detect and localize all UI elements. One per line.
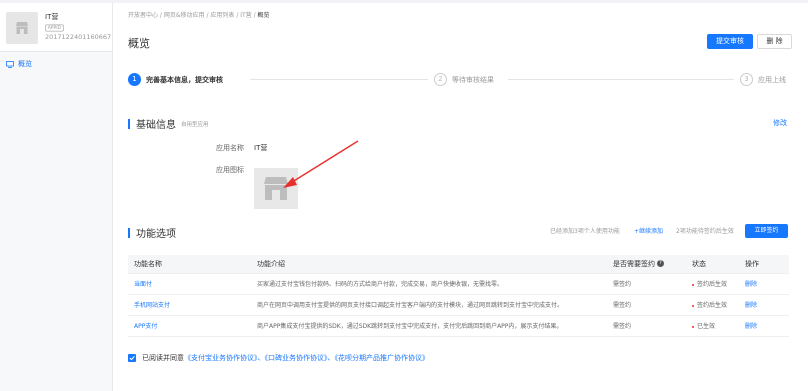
section-marker	[128, 227, 130, 238]
app-id-tag: APPID	[45, 24, 64, 32]
status-cell: 签约后生效	[686, 273, 739, 295]
sign-required: 需签约	[607, 273, 686, 295]
agreement-row: 已阅读并同意 《支付宝业务协作协议》、《口碑业务协作协议》、《花呗分期产品推广协…	[128, 353, 429, 363]
app-icon-preview[interactable]	[254, 168, 298, 209]
sign-required: 需签约	[607, 294, 686, 316]
step-2-label: 等待审核结果	[452, 76, 494, 84]
breadcrumb-item[interactable]: 应用列表	[210, 12, 234, 19]
check-icon	[129, 356, 135, 361]
main-content: 开放者中心 / 网页&移动应用 / 应用列表 / IT营 / 概览 概览 提交审…	[113, 3, 808, 391]
step-1-circle: 1	[128, 73, 141, 86]
agree-checkbox[interactable]	[128, 354, 136, 362]
basic-info-title: 基础信息	[136, 120, 176, 131]
section-marker	[128, 118, 130, 129]
col-header-action: 操作	[739, 255, 789, 274]
breadcrumb-current: 概览	[257, 12, 270, 19]
status-cell: 已生效	[686, 315, 739, 337]
function-name[interactable]: 当面付	[128, 273, 251, 295]
app-name-value: IT营	[254, 144, 268, 152]
add-more-link[interactable]: +继续添加	[634, 226, 663, 235]
functions-note: 已经添加3项个人使用功能	[550, 228, 620, 235]
progress-steps: 1 完善基本信息，提交审核 2 等待审核结果 3 应用上线	[128, 73, 793, 87]
breadcrumb: 开放者中心 / 网页&移动应用 / 应用列表 / IT营 / 概览	[128, 12, 270, 19]
store-icon	[264, 177, 288, 200]
step-connector	[250, 79, 428, 80]
col-header-sign: 是否需要签约?	[607, 255, 686, 274]
delete-link[interactable]: 删除	[739, 273, 789, 295]
delete-link[interactable]: 删除	[739, 294, 789, 316]
col-header-desc: 功能介绍	[251, 255, 607, 274]
status-text: 签约后生效	[697, 302, 728, 309]
table-row: 当面付 买家通过支付宝钱包付款码、扫码的方式给商户付款，完成交易，商户快捷收银，…	[128, 273, 789, 295]
app-icon	[6, 12, 38, 44]
agreement-links[interactable]: 《支付宝业务协作协议》、《口碑业务协作协议》、《花呗分期产品推广协作协议》	[184, 353, 429, 363]
monitor-icon	[6, 60, 14, 68]
app-icon-label: 应用图标	[216, 166, 244, 174]
store-icon	[16, 22, 28, 34]
col-header-status: 状态	[686, 255, 739, 274]
sign-now-button[interactable]: 立即签约	[745, 224, 788, 238]
breadcrumb-item[interactable]: IT营	[240, 12, 251, 19]
basic-info-subtitle: 自用型应用	[181, 121, 209, 128]
app-name: IT营	[45, 13, 59, 21]
table-row: APP支付 商户APP集成支付宝提供的SDK，通过SDK跳转到支付宝中完成支付，…	[128, 315, 789, 337]
status-text: 已生效	[697, 323, 716, 330]
step-1-label: 完善基本信息，提交审核	[146, 76, 223, 84]
app-id: 2017122401160667	[45, 33, 112, 41]
app-name-label: 应用名称	[216, 144, 244, 152]
status-text: 签约后生效	[697, 281, 728, 288]
pending-note: 2项功能待签约后生效	[676, 228, 734, 235]
step-connector	[508, 79, 734, 80]
app-card: IT营 APPID 2017122401160667	[0, 3, 112, 52]
page-title: 概览	[128, 37, 150, 50]
table-header-row: 功能名称 功能介绍 是否需要签约? 状态 操作	[128, 255, 789, 274]
help-icon[interactable]: ?	[657, 260, 664, 268]
basic-info-header: 基础信息 自用型应用	[128, 116, 209, 131]
functions-title: 功能选项	[136, 229, 176, 240]
function-name[interactable]: 手机网站支付	[128, 294, 251, 316]
sidebar-item-overview[interactable]: 概览	[0, 57, 112, 71]
step-2-circle: 2	[434, 73, 447, 86]
function-name[interactable]: APP支付	[128, 315, 251, 337]
functions-table: 功能名称 功能介绍 是否需要签约? 状态 操作 当面付 买家通过支付宝钱包付款码…	[128, 255, 789, 337]
sidebar: IT营 APPID 2017122401160667 概览	[0, 3, 113, 391]
functions-header: 功能选项	[128, 225, 176, 240]
status-dot	[692, 325, 694, 328]
function-desc: 买家通过支付宝钱包付款码、扫码的方式给商户付款，完成交易，商户快捷收银，无需找零…	[251, 273, 607, 295]
function-desc: 商户在网页中调用支付宝提供的网页支付接口调起支付宝客户端内的支付模块，通过网页跳…	[251, 294, 607, 316]
function-desc: 商户APP集成支付宝提供的SDK，通过SDK跳转到支付宝中完成支付，支付完后跳回…	[251, 315, 607, 337]
submit-review-button[interactable]: 提交审核	[707, 34, 753, 49]
sidebar-item-label: 概览	[18, 60, 32, 68]
agreement-prefix: 已阅读并同意	[142, 354, 184, 362]
col-header-name: 功能名称	[128, 255, 251, 274]
sign-required: 需签约	[607, 315, 686, 337]
step-3-label: 应用上线	[758, 76, 786, 84]
status-dot	[692, 304, 694, 307]
step-3-circle: 3	[740, 73, 753, 86]
status-cell: 签约后生效	[686, 294, 739, 316]
status-dot	[692, 283, 694, 286]
delete-link[interactable]: 删除	[739, 315, 789, 337]
breadcrumb-item[interactable]: 开放者中心	[128, 12, 158, 19]
breadcrumb-item[interactable]: 网页&移动应用	[164, 12, 205, 19]
delete-button[interactable]: 删 除	[757, 34, 792, 49]
edit-link[interactable]: 修改	[773, 118, 787, 128]
table-row: 手机网站支付 商户在网页中调用支付宝提供的网页支付接口调起支付宝客户端内的支付模…	[128, 294, 789, 316]
